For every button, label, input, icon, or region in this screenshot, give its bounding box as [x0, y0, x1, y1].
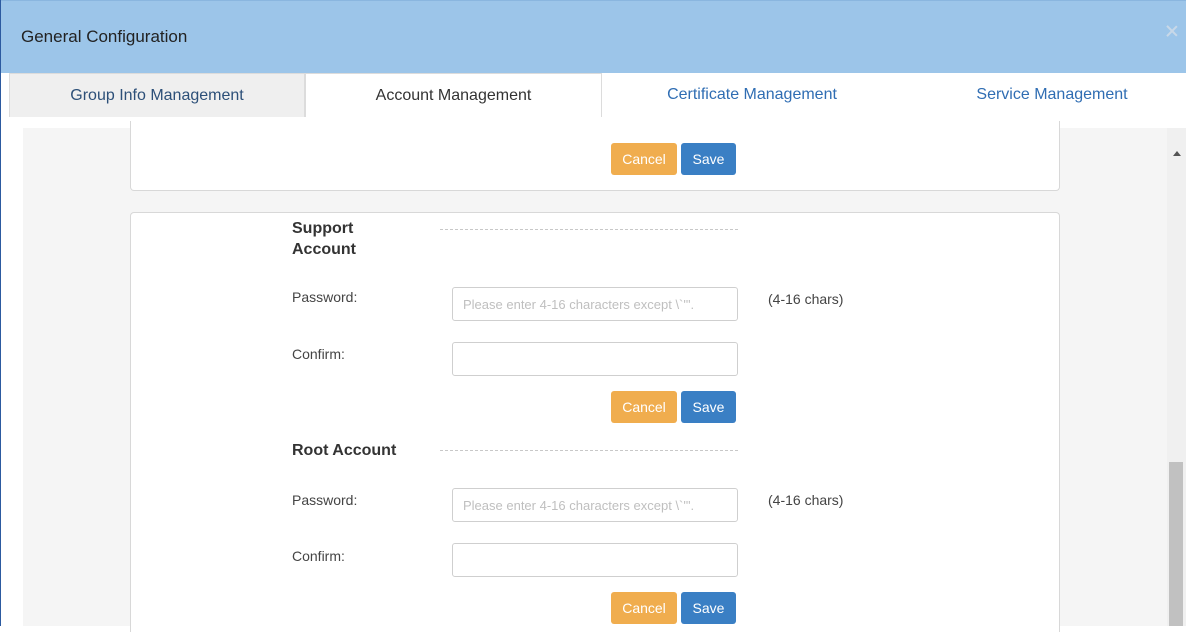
root-password-input[interactable] [452, 488, 738, 522]
root-confirm-label: Confirm: [292, 548, 345, 564]
support-password-input[interactable] [452, 287, 738, 321]
root-account-heading: Root Account [292, 442, 397, 459]
support-account-heading: Support Account [292, 218, 356, 260]
general-configuration-dialog: General Configuration Group Info Managem… [0, 0, 1186, 632]
support-cancel-button[interactable]: Cancel [611, 391, 677, 423]
root-save-button[interactable]: Save [681, 592, 736, 624]
support-password-label: Password: [292, 289, 358, 305]
dialog-titlebar: General Configuration [1, 0, 1186, 73]
support-save-button[interactable]: Save [681, 391, 736, 423]
root-password-hint: (4-16 chars) [768, 492, 844, 508]
root-confirm-input[interactable] [452, 543, 738, 577]
close-icon[interactable] [1165, 24, 1179, 38]
tab-bar: Group Info Management Account Management… [1, 73, 1186, 117]
section-divider [440, 229, 738, 230]
root-password-label: Password: [292, 492, 358, 508]
root-cancel-button[interactable]: Cancel [611, 592, 677, 624]
scrollbar-thumb[interactable] [1169, 462, 1183, 626]
tab-account-management[interactable]: Account Management [305, 73, 602, 117]
tab-service-management[interactable]: Service Management [902, 73, 1186, 117]
support-confirm-input[interactable] [452, 342, 738, 376]
previous-account-panel [130, 121, 1060, 191]
support-confirm-label: Confirm: [292, 346, 345, 362]
cancel-button[interactable]: Cancel [611, 143, 677, 175]
support-account-heading-line2: Account [292, 241, 356, 258]
dialog-title: General Configuration [21, 27, 188, 46]
tab-certificate-management[interactable]: Certificate Management [602, 73, 902, 117]
scroll-up-arrow-icon[interactable] [1173, 151, 1181, 156]
section-divider [440, 450, 738, 451]
save-button[interactable]: Save [681, 143, 736, 175]
support-account-heading-line1: Support [292, 220, 354, 237]
support-password-hint: (4-16 chars) [768, 291, 844, 307]
tab-group-info-management[interactable]: Group Info Management [9, 73, 305, 117]
